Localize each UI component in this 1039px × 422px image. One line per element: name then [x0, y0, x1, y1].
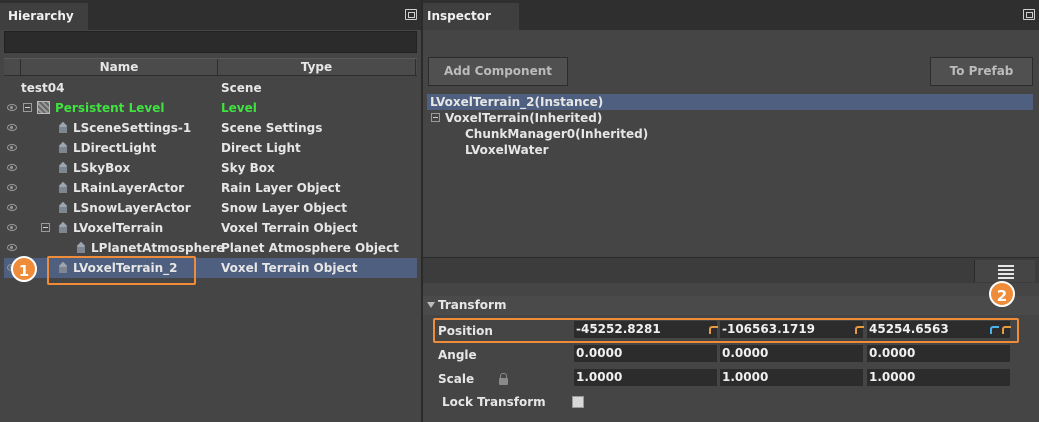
pin-icon[interactable] — [1023, 9, 1035, 20]
tree-row[interactable]: LSnowLayerActor Snow Layer Object — [4, 198, 417, 218]
hierarchy-column-header: Name Type — [4, 58, 417, 76]
tree-row-type: Scene — [221, 81, 262, 95]
callout-badge-2: 2 — [989, 281, 1015, 307]
component-area: Add Component To Prefab LVoxelTerrain_2(… — [423, 30, 1039, 257]
tree-row[interactable]: LRainLayerActor Rain Layer Object — [4, 178, 417, 198]
callout-highlight-box — [433, 318, 1019, 343]
tree-row-type: Sky Box — [221, 161, 275, 175]
callout-highlight-box — [47, 256, 196, 285]
collapse-icon[interactable] — [23, 103, 32, 112]
component-tree: LVoxelTerrain_2(Instance) VoxelTerrain(I… — [427, 93, 1033, 258]
collapse-icon[interactable] — [431, 113, 440, 122]
tree-row-name: LDirectLight — [73, 141, 157, 155]
tree-row-name: LSkyBox — [73, 161, 131, 175]
angle-y-field[interactable]: 0.0000 — [720, 345, 863, 362]
column-type-header[interactable]: Type — [218, 59, 416, 76]
tree-row[interactable]: LPlanetAtmosphere Planet Atmosphere Obje… — [4, 238, 417, 258]
hierarchy-titlebar: Hierarchy — [0, 0, 421, 30]
tab-hierarchy[interactable]: Hierarchy — [0, 3, 88, 30]
tree-row-type: Scene Settings — [221, 121, 323, 135]
lock-transform-label: Lock Transform — [442, 395, 546, 409]
tree-row-name: Persistent Level — [55, 101, 165, 115]
tree-row-name: test04 — [21, 81, 65, 95]
tree-row-type: Voxel Terrain Object — [221, 261, 358, 275]
component-row-instance[interactable]: LVoxelTerrain_2(Instance) — [427, 94, 1033, 110]
lock-icon[interactable] — [499, 373, 508, 385]
visibility-eye-icon[interactable] — [7, 204, 17, 211]
angle-label: Angle — [438, 348, 477, 362]
actor-cube-icon — [57, 222, 69, 234]
add-component-button[interactable]: Add Component — [428, 57, 568, 86]
level-icon — [37, 101, 50, 114]
tree-row[interactable]: LDirectLight Direct Light — [4, 138, 417, 158]
callout-badge-1: 1 — [11, 256, 37, 282]
component-row[interactable]: LVoxelWater — [427, 142, 1033, 158]
tree-row-type: Rain Layer Object — [221, 181, 341, 195]
tree-row-name: LPlanetAtmosphere — [91, 241, 225, 255]
list-icon-line — [998, 277, 1014, 279]
visibility-eye-icon[interactable] — [7, 124, 17, 131]
angle-x-field[interactable]: 0.0000 — [574, 345, 717, 362]
scale-x-field[interactable]: 1.0000 — [574, 369, 717, 386]
tab-inspector[interactable]: Inspector — [423, 3, 519, 30]
actor-cube-icon — [57, 162, 69, 174]
visibility-eye-icon[interactable] — [7, 224, 17, 231]
hierarchy-search-input[interactable] — [4, 31, 417, 53]
tree-row-name: LSceneSettings-1 — [73, 121, 192, 135]
tree-row-name: LVoxelTerrain — [73, 221, 164, 235]
inspector-panel: Inspector Add Component To Prefab LVoxel… — [423, 0, 1039, 422]
component-row[interactable]: VoxelTerrain(Inherited) — [427, 110, 1033, 126]
tree-row-type: Snow Layer Object — [221, 201, 348, 215]
tree-row-name: LRainLayerActor — [73, 181, 185, 195]
lock-transform-checkbox[interactable] — [572, 396, 584, 408]
list-icon-line — [998, 273, 1014, 275]
tree-row-name: LSnowLayerActor — [73, 201, 191, 215]
visibility-eye-icon[interactable] — [7, 164, 17, 171]
tree-row[interactable]: LSceneSettings-1 Scene Settings — [4, 118, 417, 138]
transform-section: Transform Position -45252.8281 -106563.1… — [423, 293, 1039, 422]
tree-row-type: Direct Light — [221, 141, 301, 155]
actor-cube-icon — [57, 122, 69, 134]
inspector-tools-bar — [423, 257, 1039, 283]
scale-y-field[interactable]: 1.0000 — [720, 369, 863, 386]
actor-cube-icon — [75, 242, 87, 254]
visibility-eye-icon[interactable] — [7, 244, 17, 251]
component-row-label: VoxelTerrain(Inherited) — [445, 111, 603, 125]
tree-row-type: Voxel Terrain Object — [221, 221, 358, 235]
transform-header[interactable]: Transform — [423, 296, 1039, 315]
inspector-titlebar: Inspector — [423, 0, 1039, 30]
list-view-button[interactable] — [974, 260, 1035, 282]
hierarchy-panel: Hierarchy Name Type test04 Scene Persist… — [0, 0, 421, 422]
list-icon-line — [998, 265, 1014, 267]
tree-row-persistent-level[interactable]: Persistent Level Level — [4, 98, 417, 118]
tree-row-type: Planet Atmosphere Object — [221, 241, 399, 255]
actor-cube-icon — [57, 142, 69, 154]
scale-label: Scale — [438, 372, 475, 386]
tree-row[interactable]: LVoxelTerrain Voxel Terrain Object — [4, 218, 417, 238]
scale-z-field[interactable]: 1.0000 — [867, 369, 1010, 386]
column-name-header[interactable]: Name — [20, 59, 218, 76]
tree-row-scene[interactable]: test04 Scene — [4, 78, 417, 98]
to-prefab-button[interactable]: To Prefab — [930, 57, 1033, 86]
collapse-icon[interactable] — [41, 223, 50, 232]
visibility-eye-icon[interactable] — [7, 144, 17, 151]
actor-cube-icon — [57, 202, 69, 214]
list-icon-line — [998, 269, 1014, 271]
actor-cube-icon — [57, 182, 69, 194]
angle-z-field[interactable]: 0.0000 — [867, 345, 1010, 362]
visibility-eye-icon[interactable] — [7, 184, 17, 191]
pin-icon[interactable] — [405, 9, 417, 20]
visibility-eye-icon[interactable] — [7, 104, 17, 111]
component-row[interactable]: ChunkManager0(Inherited) — [427, 126, 1033, 142]
tree-row[interactable]: LSkyBox Sky Box — [4, 158, 417, 178]
tree-row-type: Level — [221, 101, 257, 115]
